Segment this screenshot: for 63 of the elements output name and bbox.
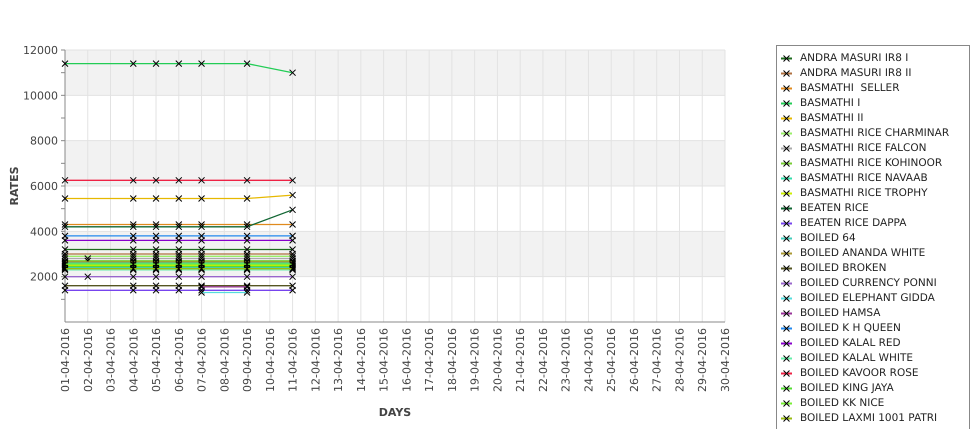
legend-label: BOILED 64	[800, 233, 856, 244]
x-tick-label: 11-04-2016	[286, 328, 300, 392]
y-tick-label: 2000	[30, 270, 58, 284]
legend-label: BOILED ANANDA WHITE	[800, 248, 926, 259]
x-axis-title: DAYS	[378, 406, 412, 419]
legend-label: BASMATHI II	[800, 113, 864, 124]
x-tick-label: 02-04-2016	[82, 328, 95, 392]
legend-label: ANDRA MASURI IR8 II	[800, 68, 912, 79]
legend-label: BOILED KALAL RED	[800, 338, 901, 349]
legend-label: BOILED LAXMI 1001 PATRI	[800, 413, 938, 424]
y-tick-label: 8000	[30, 134, 58, 148]
x-tick-label: 21-04-2016	[514, 328, 528, 392]
y-tick-label: 10000	[23, 89, 58, 102]
legend-label: BEATEN RICE	[800, 203, 869, 214]
x-tick-label: 06-04-2016	[172, 328, 186, 392]
x-tick-label: 27-04-2016	[650, 328, 664, 392]
legend-label: BOILED KAVOOR ROSE	[800, 368, 919, 379]
legend-label: BASMATHI RICE TROPHY	[800, 188, 928, 199]
legend-label: BOILED K H QUEEN	[800, 323, 901, 334]
x-tick-label: 03-04-2016	[104, 328, 118, 392]
legend-label: BOILED CURRENCY PONNI	[800, 278, 937, 289]
x-tick-label: 19-04-2016	[468, 328, 482, 392]
x-tick-label: 26-04-2016	[628, 328, 641, 392]
legend-label: BASMATHI I	[800, 98, 860, 109]
x-tick-label: 17-04-2016	[423, 328, 436, 392]
legend-label: BOILED KK NICE	[800, 398, 884, 409]
y-axis-title: RATES	[8, 166, 21, 206]
x-tick-label: 04-04-2016	[127, 328, 140, 392]
x-tick-label: 14-04-2016	[354, 328, 368, 392]
x-tick-label: 24-04-2016	[582, 328, 596, 392]
x-tick-label: 16-04-2016	[400, 328, 414, 392]
x-tick-label: 07-04-2016	[196, 328, 209, 392]
y-tick-label: 6000	[30, 180, 58, 193]
x-tick-label: 05-04-2016	[150, 328, 164, 392]
x-tick-label: 13-04-2016	[332, 328, 346, 392]
legend-label: BOILED BROKEN	[800, 263, 886, 274]
legend-label: BASMATHI SELLER	[800, 83, 900, 94]
legend-label: ANDRA MASURI IR8 I	[800, 53, 908, 64]
x-tick-label: 18-04-2016	[446, 328, 459, 392]
x-tick-label: 23-04-2016	[560, 328, 573, 392]
legend-label: BEATEN RICE DAPPA	[800, 218, 906, 229]
legend-label: BASMATHI RICE KOHINOOR	[800, 158, 942, 169]
legend-label: BASMATHI RICE NAVAAB	[800, 173, 928, 184]
legend-label: BOILED KALAL WHITE	[800, 353, 914, 364]
legend-label: BASMATHI RICE CHARMINAR	[800, 128, 950, 139]
x-tick-label: 09-04-2016	[241, 328, 254, 392]
legend-label: BASMATHI RICE FALCON	[800, 143, 926, 154]
legend-label: BOILED ELEPHANT GIDDA	[800, 293, 935, 304]
y-tick-label: 4000	[30, 225, 58, 238]
x-tick-label: 28-04-2016	[673, 328, 686, 392]
x-tick-label: 15-04-2016	[378, 328, 391, 392]
x-tick-label: 10-04-2016	[264, 328, 277, 392]
x-tick-label: 29-04-2016	[696, 328, 710, 392]
x-tick-label: 25-04-2016	[605, 328, 618, 392]
legend-label: BOILED KING JAYA	[800, 383, 894, 394]
x-tick-label: 22-04-2016	[536, 328, 550, 392]
y-tick-label: 12000	[23, 44, 58, 57]
x-tick-label: 12-04-2016	[309, 328, 322, 392]
legend-label: BOILED HAMSA	[800, 308, 880, 319]
x-tick-label: 20-04-2016	[491, 328, 504, 392]
x-tick-label: 30-04-2016	[719, 328, 732, 392]
x-tick-label: 08-04-2016	[218, 328, 232, 392]
x-tick-label: 01-04-2016	[59, 328, 72, 392]
